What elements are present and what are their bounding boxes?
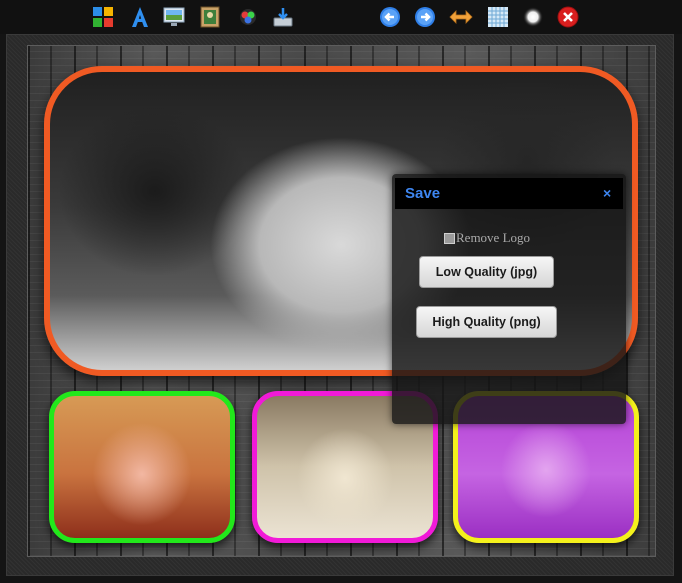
pattern-texture-icon[interactable]	[485, 4, 511, 30]
background-icon[interactable]	[161, 4, 187, 30]
swap-arrows-icon[interactable]	[448, 4, 474, 30]
redo-arrow-icon[interactable]	[412, 4, 438, 30]
remove-logo-row: Remove Logo	[444, 230, 530, 246]
undo-arrow-icon[interactable]	[377, 4, 403, 30]
high-quality-button[interactable]: High Quality (png)	[416, 306, 557, 338]
insert-photo-icon[interactable]	[197, 4, 223, 30]
dialog-title: Save	[405, 185, 441, 202]
dialog-close-icon[interactable]: ×	[603, 186, 615, 200]
low-quality-button[interactable]: Low Quality (jpg)	[419, 256, 554, 288]
remove-logo-label: Remove Logo	[456, 230, 531, 245]
layout-grid-icon[interactable]	[90, 4, 116, 30]
text-tool-icon[interactable]	[127, 4, 153, 30]
thumbnail-photo-1[interactable]	[49, 391, 235, 543]
save-download-icon[interactable]	[270, 4, 296, 30]
close-icon[interactable]	[555, 4, 581, 30]
dialog-header: Save ×	[395, 178, 623, 209]
save-dialog: Save × Remove Logo Low Quality (jpg) Hig…	[392, 174, 626, 424]
glow-brightness-icon[interactable]	[520, 4, 546, 30]
toolbar	[0, 0, 682, 34]
remove-logo-checkbox[interactable]	[444, 232, 455, 244]
color-effects-icon[interactable]	[235, 4, 261, 30]
